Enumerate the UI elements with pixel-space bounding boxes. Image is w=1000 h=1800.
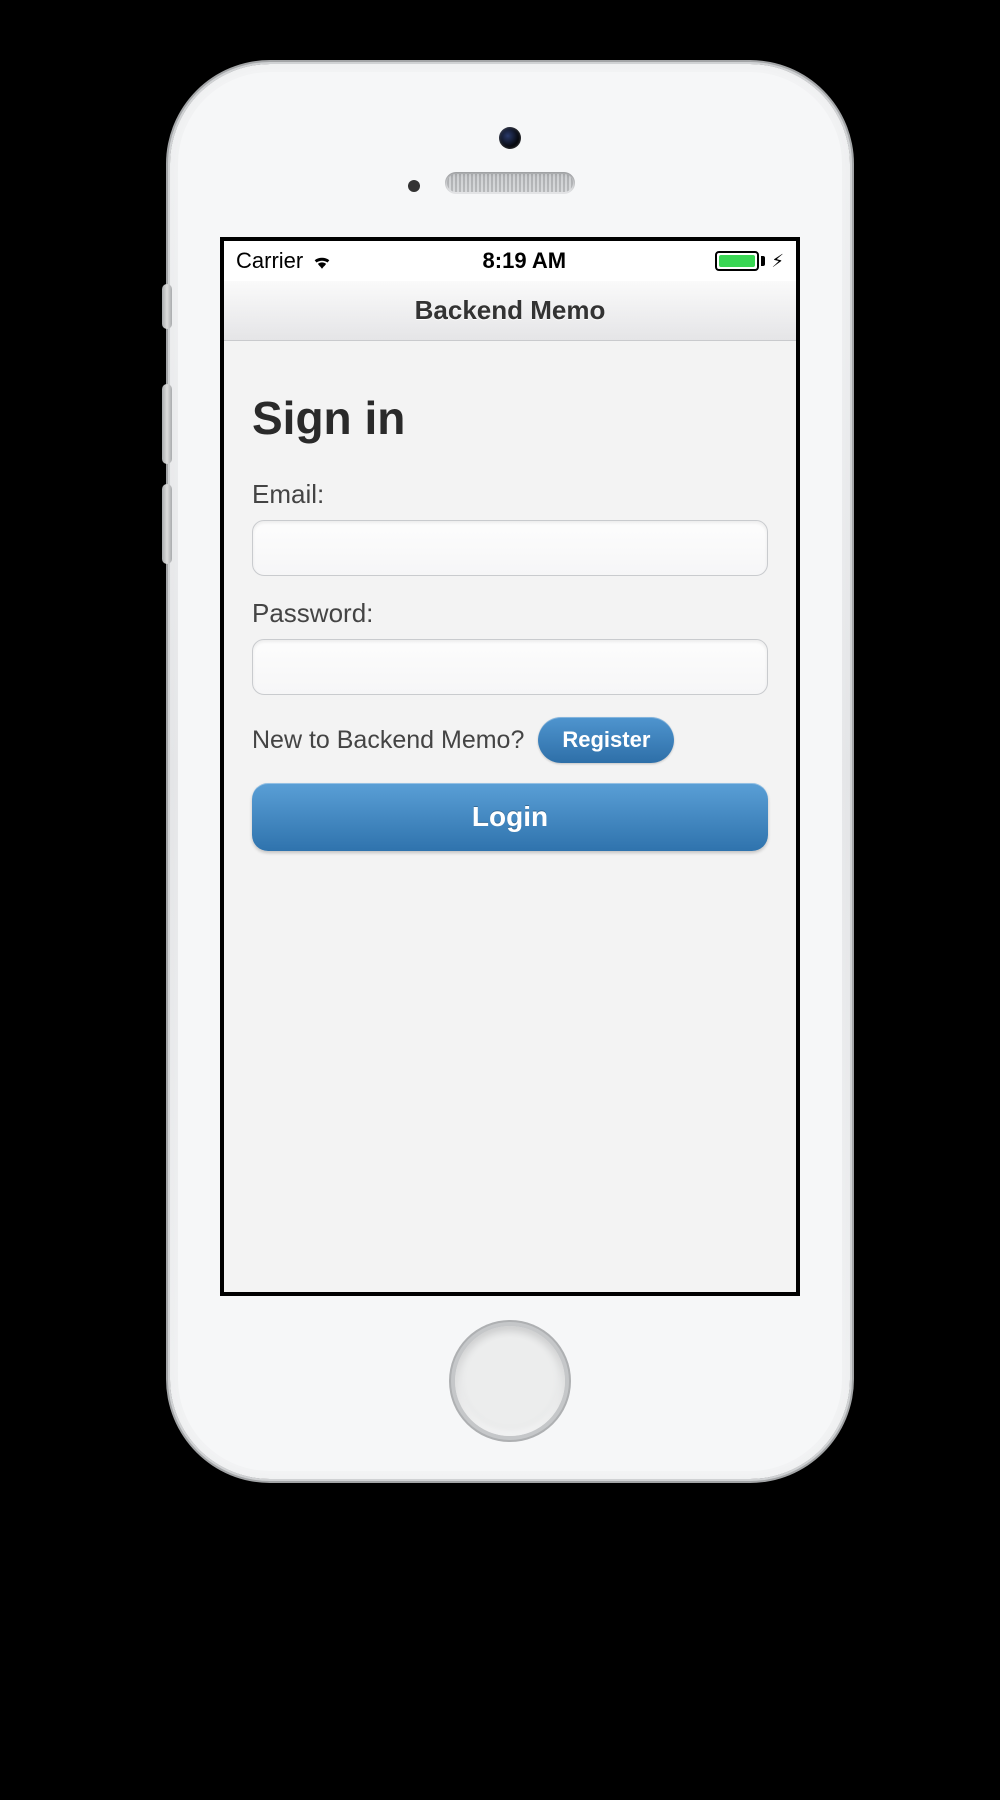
home-button[interactable] [455, 1326, 565, 1436]
front-camera [499, 127, 521, 149]
status-right: ⚡︎ [715, 251, 784, 272]
volume-up-button [162, 384, 172, 464]
device-mockup: Carrier 8:19 AM ⚡︎ [60, 0, 940, 1680]
signin-content: Sign in Email: Password: New to Backend … [224, 341, 796, 851]
register-prompt: New to Backend Memo? [252, 726, 524, 755]
password-input[interactable] [252, 639, 768, 695]
email-input[interactable] [252, 520, 768, 576]
register-button[interactable]: Register [538, 717, 674, 763]
status-bar: Carrier 8:19 AM ⚡︎ [224, 241, 796, 281]
title-bar: Backend Memo [224, 281, 796, 341]
mute-switch [162, 284, 172, 329]
status-time: 8:19 AM [483, 248, 567, 274]
email-label: Email: [252, 479, 768, 510]
earpiece-speaker [445, 172, 575, 194]
battery-icon [715, 251, 765, 271]
app-title: Backend Memo [415, 295, 606, 326]
phone-inner: Carrier 8:19 AM ⚡︎ [178, 72, 842, 1471]
carrier-label: Carrier [236, 248, 303, 274]
phone-frame: Carrier 8:19 AM ⚡︎ [170, 64, 850, 1479]
charging-icon: ⚡︎ [771, 251, 784, 272]
volume-down-button [162, 484, 172, 564]
status-left: Carrier [236, 248, 333, 274]
wifi-icon [311, 250, 333, 272]
screen: Carrier 8:19 AM ⚡︎ [220, 237, 800, 1296]
proximity-sensor [408, 180, 420, 192]
register-row: New to Backend Memo? Register [252, 717, 768, 763]
page-heading: Sign in [252, 391, 768, 445]
login-button[interactable]: Login [252, 783, 768, 851]
password-label: Password: [252, 598, 768, 629]
